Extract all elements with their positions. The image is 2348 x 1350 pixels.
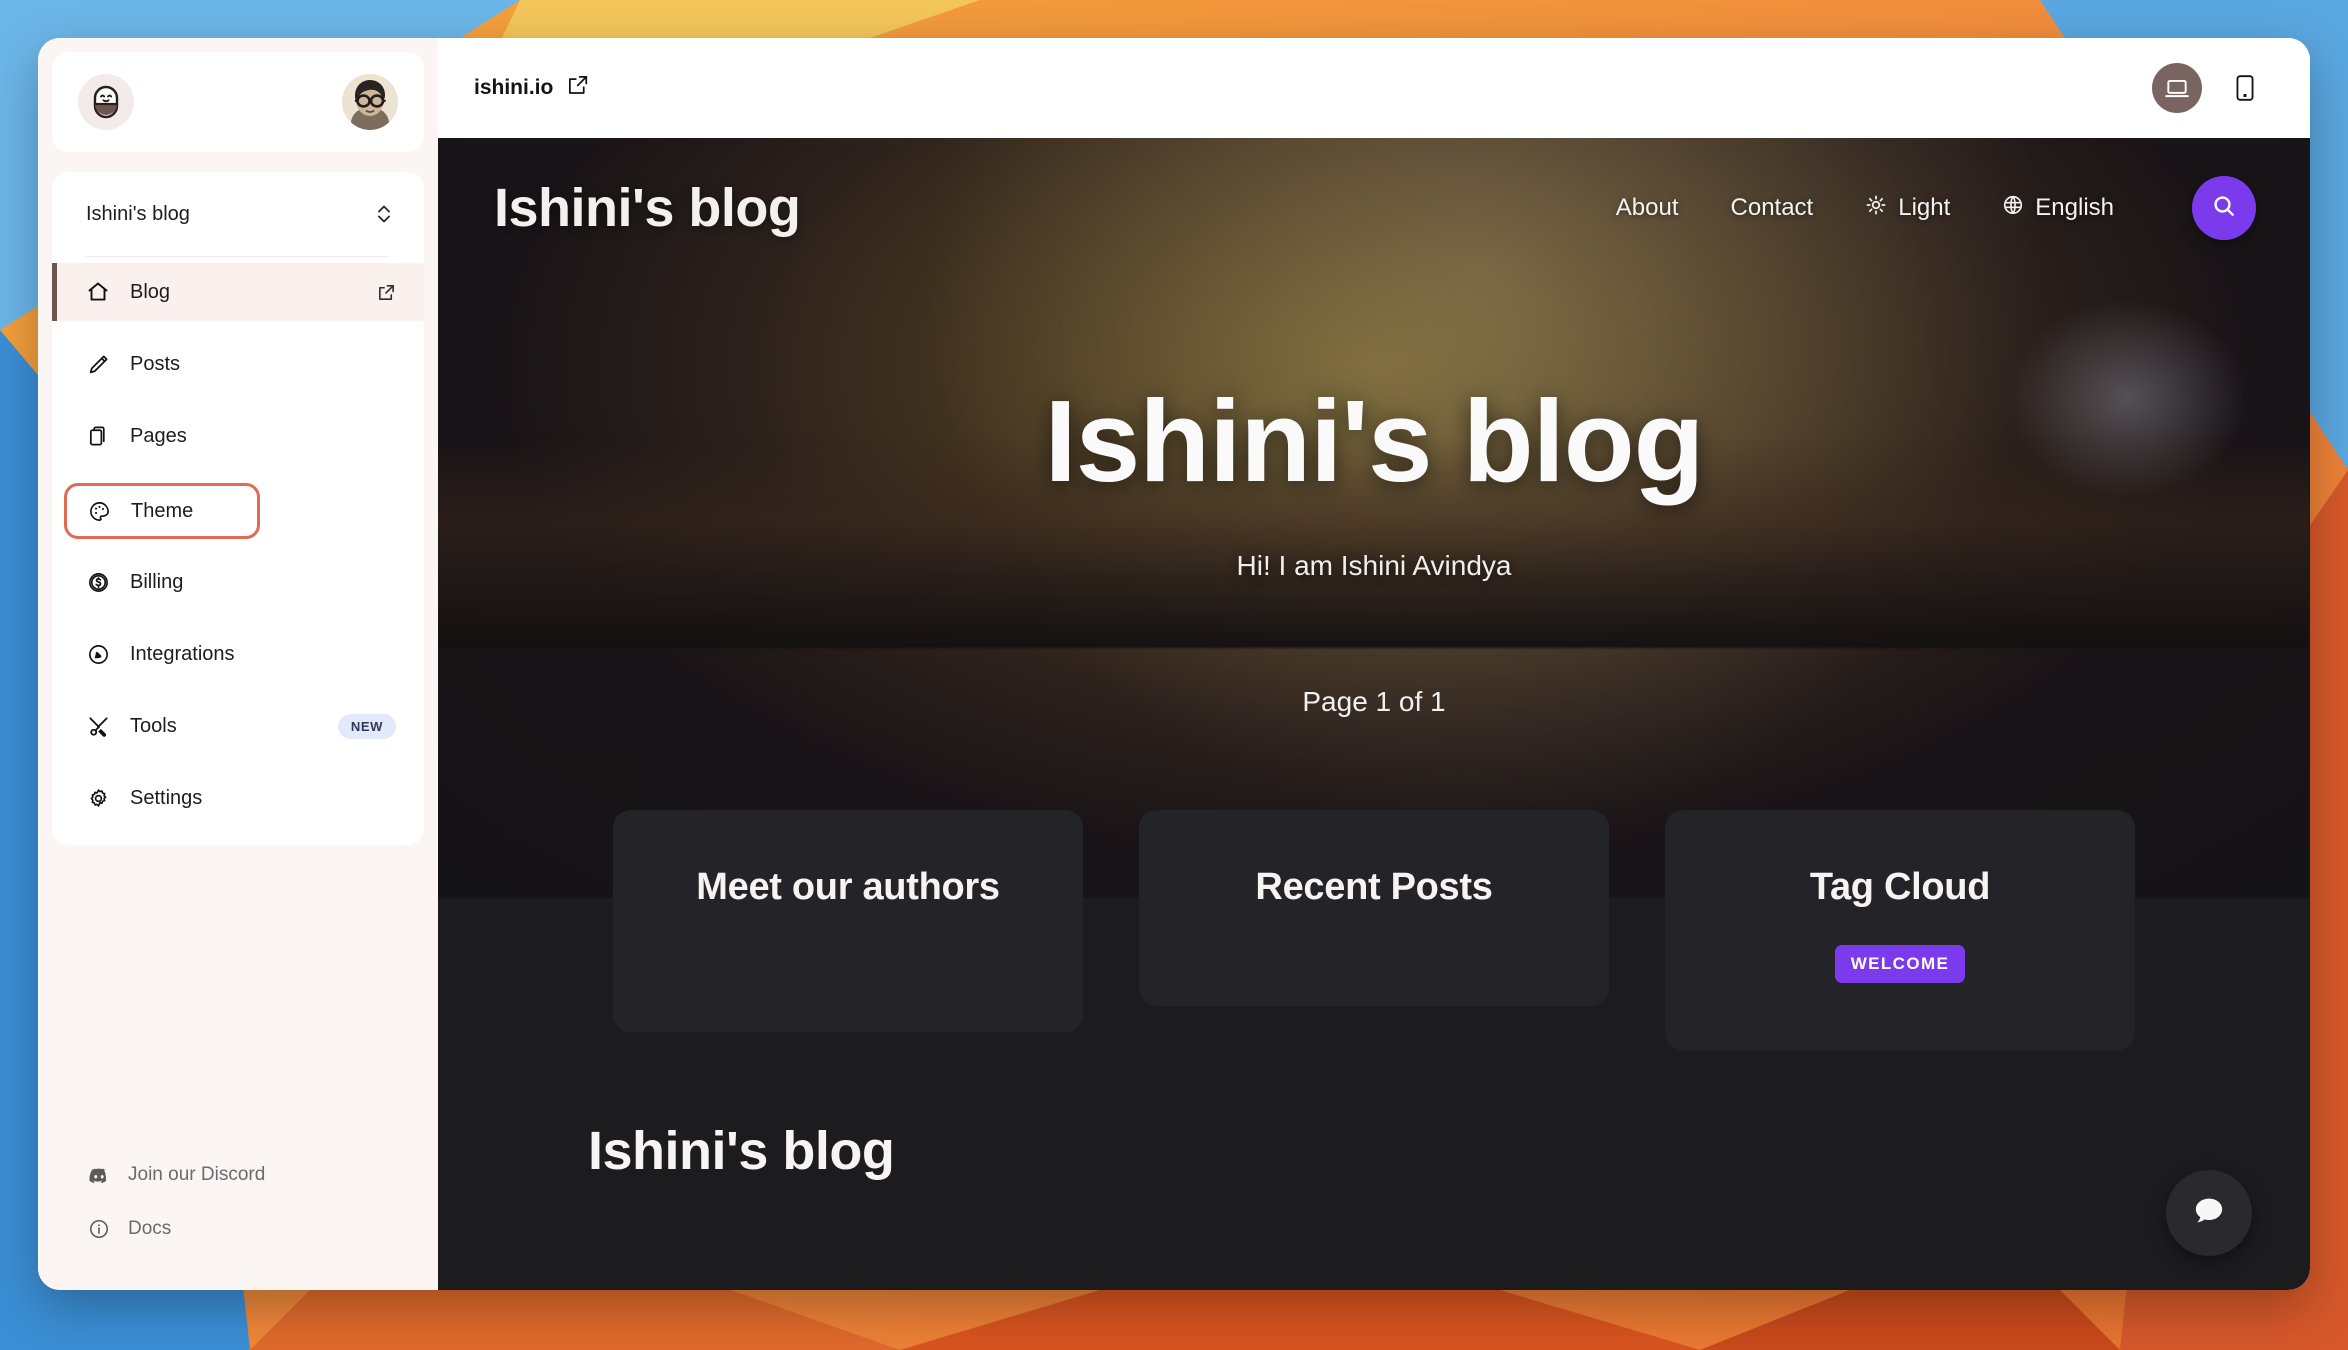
sidebar-item-label: Billing <box>130 570 184 593</box>
sidebar-item-posts[interactable]: Posts <box>52 335 424 393</box>
sidebar-footer-discord[interactable]: Join our Discord <box>76 1148 424 1202</box>
profile-card <box>52 52 424 152</box>
page-title: Ishini's blog <box>1044 376 1704 506</box>
site-url-label: ishini.io <box>474 76 554 99</box>
sidebar-item-label: Tools <box>130 714 177 737</box>
sidebar-item-tools[interactable]: Tools NEW <box>52 697 424 755</box>
blog-preview-frame: Ishini's blog About Contact Light Englis… <box>438 138 2310 1290</box>
blog-nav-theme-toggle[interactable]: Light <box>1865 194 1950 223</box>
card-title: Meet our authors <box>696 866 1000 908</box>
blog-footer-brand: Ishini's blog <box>588 1121 895 1181</box>
search-icon <box>2211 193 2237 224</box>
app-window: Ishini's blog Blog Posts Pages Theme Bil… <box>38 38 2310 1290</box>
sidebar: Ishini's blog Blog Posts Pages Theme Bil… <box>38 38 438 1290</box>
chevron-up-down-icon <box>376 202 392 226</box>
capsule-mascot-glyph <box>93 85 119 119</box>
page-counter: Page 1 of 1 <box>1302 686 1446 717</box>
sidebar-nav-card: Ishini's blog Blog Posts Pages Theme Bil… <box>52 172 424 845</box>
sidebar-item-billing[interactable]: Billing <box>52 553 424 611</box>
site-url-link[interactable]: ishini.io <box>474 74 589 102</box>
gear-icon <box>86 786 110 810</box>
blog-nav-about[interactable]: About <box>1616 194 1679 222</box>
blog-content: Ishini's blog About Contact Light Englis… <box>438 138 2310 1290</box>
sidebar-footer-docs[interactable]: Docs <box>76 1202 424 1256</box>
sidebar-nav-list: Blog Posts Pages Theme Billing Integrati… <box>52 257 424 827</box>
sidebar-item-label: Posts <box>130 352 181 375</box>
plug-icon <box>86 642 110 666</box>
external-link-icon <box>567 74 589 102</box>
blog-nav-label: English <box>2035 194 2114 221</box>
card-title: Tag Cloud <box>1809 866 1991 908</box>
sidebar-item-label: Settings <box>130 786 203 809</box>
preview-panel: ishini.io Ishini's blog About Contact Li… <box>438 38 2310 1290</box>
avatar[interactable] <box>342 74 398 130</box>
sidebar-item-integrations[interactable]: Integrations <box>52 625 424 683</box>
desktop-view-button[interactable] <box>2152 63 2202 113</box>
sidebar-item-theme[interactable]: Theme <box>64 483 260 539</box>
card-tag-cloud[interactable]: Tag Cloud WELCOME <box>1665 810 2135 1050</box>
blog-nav-label: Light <box>1898 194 1951 221</box>
home-icon <box>86 280 110 304</box>
pages-icon <box>86 424 110 448</box>
pencil-icon <box>86 352 110 376</box>
palette-icon <box>87 499 111 523</box>
chat-bubble-button[interactable] <box>2166 1170 2252 1256</box>
dollar-coin-icon <box>86 570 110 594</box>
avatar-photo <box>342 74 398 130</box>
capsule-mascot-icon[interactable] <box>78 74 134 130</box>
external-link-icon[interactable] <box>377 283 396 302</box>
sidebar-footer: Join our Discord Docs <box>52 1148 424 1290</box>
search-button[interactable] <box>2192 176 2256 240</box>
status-badge: NEW <box>337 713 396 739</box>
blog-nav-contact[interactable]: Contact <box>1731 194 1814 222</box>
card-grid: Meet our authors Recent Posts Tag Cloud … <box>438 810 2310 1050</box>
card-recent-posts[interactable]: Recent Posts <box>1139 810 1609 1006</box>
sidebar-item-settings[interactable]: Settings <box>52 769 424 827</box>
info-icon <box>88 1218 110 1240</box>
hero-subtitle: Hi! I am Ishini Avindya <box>1236 550 1512 581</box>
blog-nav: About Contact Light English <box>1616 176 2256 240</box>
preview-toolbar: ishini.io <box>438 38 2310 138</box>
site-selector-label: Ishini's blog <box>86 202 190 225</box>
blog-nav-label: Contact <box>1730 194 1814 221</box>
mobile-view-button[interactable] <box>2220 63 2270 113</box>
chat-bubble-icon <box>2190 1192 2228 1235</box>
sidebar-item-label: Integrations <box>130 642 235 665</box>
sidebar-item-label: Theme <box>131 499 194 522</box>
globe-icon <box>2002 194 2024 223</box>
sidebar-item-blog[interactable]: Blog <box>52 263 424 321</box>
sidebar-footer-label: Docs <box>128 1218 172 1239</box>
sun-icon <box>1865 194 1887 223</box>
blog-brand[interactable]: Ishini's blog <box>494 177 801 239</box>
tag-welcome[interactable]: WELCOME <box>1834 945 1966 983</box>
blog-nav-language[interactable]: English <box>2002 194 2114 223</box>
sidebar-item-label: Blog <box>130 280 171 303</box>
tools-icon <box>86 714 110 738</box>
sidebar-item-label: Pages <box>130 424 187 447</box>
device-toggle-group <box>2152 63 2270 113</box>
discord-icon <box>88 1164 110 1186</box>
blog-site-header: Ishini's blog About Contact Light Englis… <box>438 138 2310 278</box>
card-title: Recent Posts <box>1255 866 1493 908</box>
blog-nav-label: About <box>1615 194 1679 221</box>
sidebar-item-pages[interactable]: Pages <box>52 407 424 465</box>
card-meet-our-authors[interactable]: Meet our authors <box>613 810 1083 1032</box>
site-selector[interactable]: Ishini's blog <box>52 172 424 256</box>
sidebar-footer-label: Join our Discord <box>128 1164 266 1185</box>
